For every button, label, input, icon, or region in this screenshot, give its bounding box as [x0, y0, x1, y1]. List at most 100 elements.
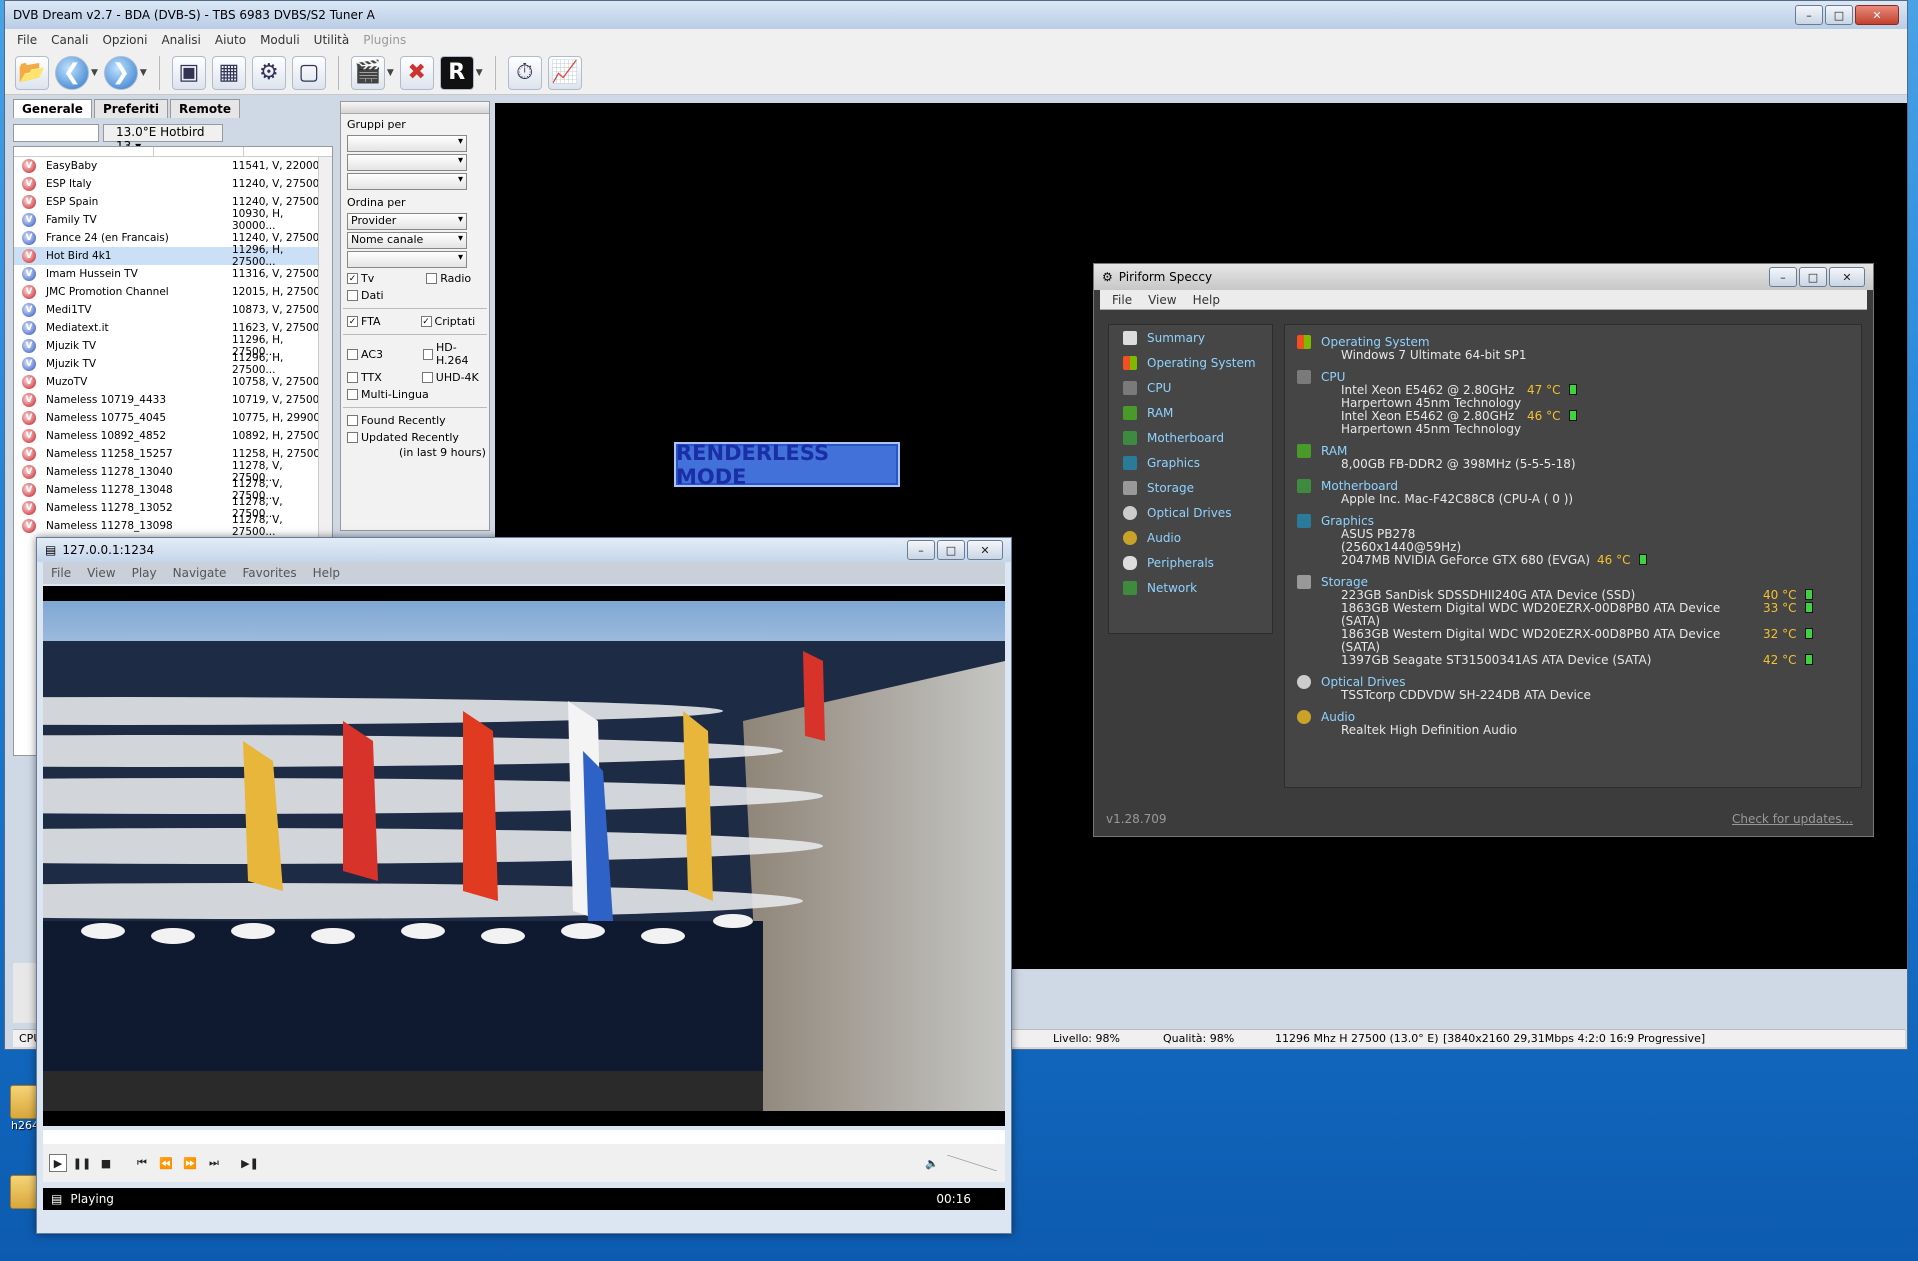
monitor-icon[interactable]: ▣: [171, 55, 206, 90]
group-select-1[interactable]: [347, 135, 467, 152]
channel-row[interactable]: V ESP Italy 11240, V, 27500: [14, 175, 332, 193]
close-button[interactable]: ✕: [967, 540, 1003, 560]
stop-record-icon[interactable]: ✖: [399, 55, 434, 90]
chevron-down-icon[interactable]: ▼: [476, 68, 483, 78]
menu-analisi[interactable]: Analisi: [161, 33, 200, 47]
multilingua-checkbox[interactable]: Multi-Lingua: [347, 388, 429, 401]
nav-motherboard[interactable]: Motherboard: [1109, 425, 1272, 450]
nav-graphics[interactable]: Graphics: [1109, 450, 1272, 475]
hd-checkbox[interactable]: HD-H.264: [423, 341, 483, 367]
menu-moduli[interactable]: Moduli: [260, 33, 300, 47]
menu-view[interactable]: View: [1148, 293, 1176, 307]
signal-chart-icon[interactable]: 📈: [547, 55, 582, 90]
volume-slider[interactable]: [947, 1155, 997, 1171]
check-updates-link[interactable]: Check for updates...: [1732, 812, 1853, 826]
channel-row[interactable]: V Hot Bird 4k1 11296, H, 27500...: [14, 244, 332, 268]
found-recently-checkbox[interactable]: Found Recently: [347, 414, 446, 427]
nav-network[interactable]: Network: [1109, 575, 1272, 600]
menu-utilita[interactable]: Utilità: [314, 33, 350, 47]
minimize-button[interactable]: –: [907, 540, 935, 560]
menu-opzioni[interactable]: Opzioni: [102, 33, 147, 47]
menu-help[interactable]: Help: [1193, 293, 1220, 307]
chevron-down-icon[interactable]: ▼: [387, 68, 394, 78]
rewind-icon[interactable]: ⏪: [157, 1154, 175, 1172]
player-titlebar[interactable]: ▤ 127.0.0.1:1234 – □ ✕: [37, 538, 1011, 562]
seek-bar[interactable]: [43, 1130, 1005, 1144]
maximize-button[interactable]: □: [1825, 5, 1853, 25]
channel-row[interactable]: V Nameless 11278_13098 11278, V, 27500...: [14, 514, 332, 538]
speccy-titlebar[interactable]: ⚙ Piriform Speccy – □ ✕: [1094, 264, 1873, 290]
ac3-checkbox[interactable]: AC3: [347, 341, 383, 367]
channel-row[interactable]: V Family TV 10930, H, 30000...: [14, 208, 332, 232]
close-button[interactable]: ✕: [1829, 267, 1865, 287]
video-frame[interactable]: [43, 586, 1005, 1126]
maximize-button[interactable]: □: [1799, 267, 1827, 287]
maximize-button[interactable]: □: [937, 540, 965, 560]
frame-step-icon[interactable]: ▶❚: [241, 1154, 259, 1172]
open-folder-icon[interactable]: 📂: [15, 55, 49, 90]
menu-file[interactable]: File: [17, 33, 37, 47]
nav-optical-drives[interactable]: Optical Drives: [1109, 500, 1272, 525]
chevron-down-icon[interactable]: ▼: [91, 68, 98, 78]
menu-file[interactable]: File: [1112, 293, 1132, 307]
menu-aiuto[interactable]: Aiuto: [215, 33, 246, 47]
group-select-3[interactable]: [347, 173, 467, 190]
channel-search-input[interactable]: [13, 124, 99, 142]
order-select-3[interactable]: [347, 251, 467, 268]
renderer-icon[interactable]: R: [439, 55, 474, 90]
tab-remote[interactable]: Remote: [170, 99, 241, 118]
fta-checkbox[interactable]: ✓ FTA: [347, 315, 381, 328]
channel-row[interactable]: V MuzoTV 10758, V, 27500: [14, 373, 332, 391]
channel-row[interactable]: V EasyBaby 11541, V, 22000: [14, 157, 332, 175]
chevron-down-icon[interactable]: ▼: [140, 68, 147, 78]
stop-icon[interactable]: ■: [97, 1154, 115, 1172]
menu-navigate[interactable]: Navigate: [173, 566, 227, 580]
radio-checkbox[interactable]: Radio: [426, 272, 471, 285]
satellite-select[interactable]: 13.0°E Hotbird 13 ▾: [103, 124, 223, 153]
menu-canali[interactable]: Canali: [51, 33, 88, 47]
fast-forward-icon[interactable]: ⏩: [181, 1154, 199, 1172]
nav-audio[interactable]: Audio: [1109, 525, 1272, 550]
nav-summary[interactable]: Summary: [1109, 325, 1272, 350]
tab-preferiti[interactable]: Preferiti: [93, 99, 169, 118]
updated-recently-checkbox[interactable]: Updated Recently: [347, 431, 459, 444]
channel-row[interactable]: V Mjuzik TV 11296, H, 27500...: [14, 352, 332, 376]
dvb-titlebar[interactable]: DVB Dream v2.7 - BDA (DVB-S) - TBS 6983 …: [5, 1, 1907, 29]
nav-cpu[interactable]: CPU: [1109, 375, 1272, 400]
window-icon[interactable]: ▦: [211, 55, 246, 90]
order-select-2[interactable]: Nome canale: [347, 232, 467, 249]
menu-file[interactable]: File: [51, 566, 71, 580]
previous-icon[interactable]: ⏮: [133, 1154, 151, 1172]
menu-favorites[interactable]: Favorites: [242, 566, 296, 580]
pause-icon[interactable]: ❚❚: [73, 1154, 91, 1172]
gear-icon[interactable]: ⚙: [251, 55, 286, 90]
minimize-button[interactable]: –: [1795, 5, 1823, 25]
minimize-button[interactable]: –: [1769, 267, 1797, 287]
close-button[interactable]: ✕: [1855, 5, 1899, 25]
tv-checkbox[interactable]: ✓ Tv: [347, 272, 374, 285]
speaker-icon[interactable]: 🔈: [923, 1154, 941, 1172]
order-select-1[interactable]: Provider: [347, 213, 467, 230]
group-select-2[interactable]: [347, 154, 467, 171]
menu-plugins[interactable]: Plugins: [363, 33, 406, 47]
channel-row[interactable]: V Nameless 10892_4852 10892, H, 27500: [14, 427, 332, 445]
nav-ram[interactable]: RAM: [1109, 400, 1272, 425]
nav-operating-system[interactable]: Operating System: [1109, 350, 1272, 375]
nav-peripherals[interactable]: Peripherals: [1109, 550, 1272, 575]
next-icon[interactable]: ⏭: [205, 1154, 223, 1172]
dati-checkbox[interactable]: Dati: [347, 289, 384, 302]
criptati-checkbox[interactable]: ✓ Criptati: [420, 315, 475, 328]
back-icon[interactable]: ❮: [55, 55, 89, 90]
channel-row[interactable]: V Medi1TV 10873, V, 27500: [14, 301, 332, 319]
tab-generale[interactable]: Generale: [13, 99, 92, 118]
channel-row[interactable]: V Nameless 10775_4045 10775, H, 29900: [14, 409, 332, 427]
nav-storage[interactable]: Storage: [1109, 475, 1272, 500]
menu-play[interactable]: Play: [132, 566, 157, 580]
channel-row[interactable]: V JMC Promotion Channel 12015, H, 27500: [14, 283, 332, 301]
forward-icon[interactable]: ❯: [103, 55, 138, 90]
menu-view[interactable]: View: [87, 566, 115, 580]
channel-row[interactable]: V Nameless 10719_4433 10719, V, 27500: [14, 391, 332, 409]
uhd-checkbox[interactable]: UHD-4K: [421, 371, 479, 384]
channel-row[interactable]: V Imam Hussein TV 11316, V, 27500: [14, 265, 332, 283]
screen-icon[interactable]: ▢: [291, 55, 326, 90]
